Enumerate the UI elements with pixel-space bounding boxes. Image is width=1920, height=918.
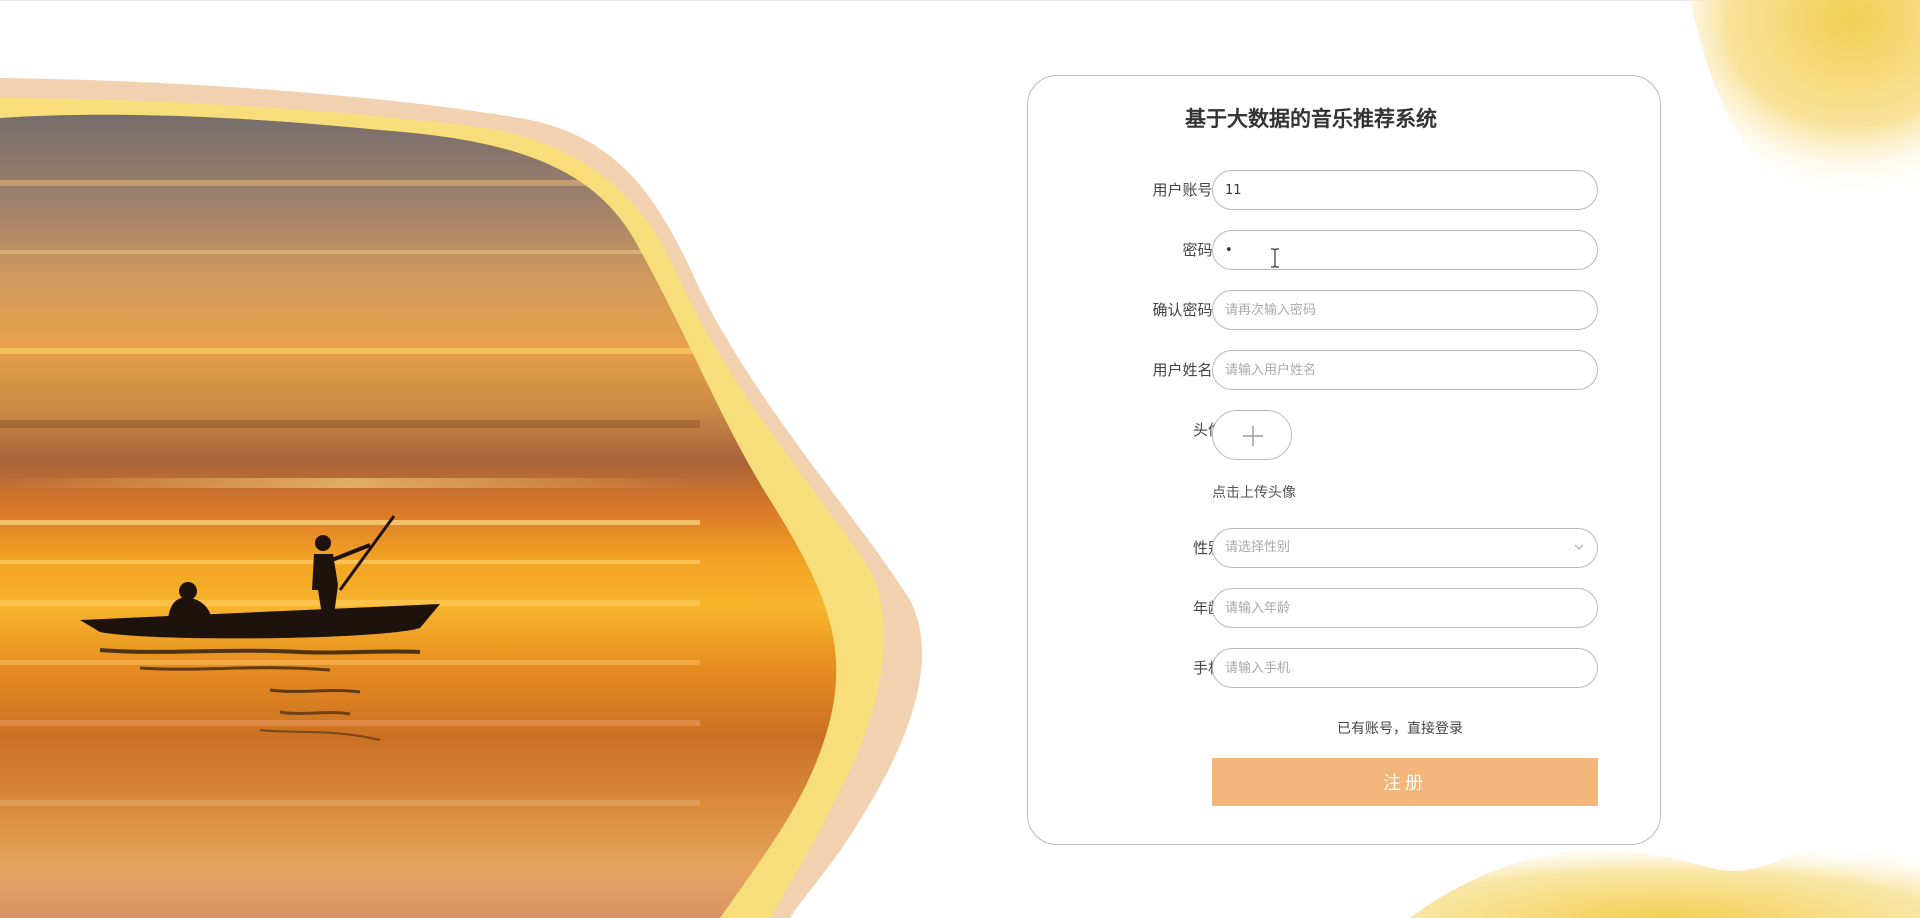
avatar-hint: 点击上传头像 bbox=[1212, 485, 1296, 501]
text-cursor-icon bbox=[1271, 248, 1279, 268]
avatar-row: 头像: 点击上传头像 bbox=[1028, 410, 1660, 510]
register-button[interactable]: 注册 bbox=[1212, 758, 1598, 806]
register-page: 基于大数据的音乐推荐系统 用户账号:* 密码:* 确认密码:* 用户姓名:* 头… bbox=[0, 0, 1920, 918]
age-input[interactable] bbox=[1212, 588, 1598, 628]
confirm-password-row: 确认密码:* bbox=[1028, 290, 1660, 330]
age-row: 年龄: bbox=[1028, 588, 1660, 628]
user-name-input[interactable] bbox=[1212, 350, 1598, 390]
phone-input[interactable] bbox=[1212, 648, 1598, 688]
page-title: 基于大数据的音乐推荐系统 bbox=[1185, 107, 1437, 131]
password-row: 密码:* bbox=[1028, 230, 1660, 270]
register-card: 基于大数据的音乐推荐系统 用户账号:* 密码:* 确认密码:* 用户姓名:* 头… bbox=[1027, 75, 1661, 845]
gender-select[interactable]: 请选择性别 bbox=[1212, 528, 1598, 568]
phone-row: 手机: bbox=[1028, 648, 1660, 688]
user-name-row: 用户姓名:* bbox=[1028, 350, 1660, 390]
account-input[interactable] bbox=[1212, 170, 1598, 210]
gender-row: 性别: 请选择性别 bbox=[1028, 528, 1660, 568]
confirm-password-input[interactable] bbox=[1212, 290, 1598, 330]
avatar-upload-button[interactable] bbox=[1212, 410, 1292, 460]
plus-icon bbox=[1243, 426, 1263, 446]
chevron-down-icon bbox=[1574, 544, 1584, 550]
gender-placeholder: 请选择性别 bbox=[1225, 540, 1291, 555]
login-link[interactable]: 已有账号，直接登录 bbox=[1337, 718, 1463, 738]
account-row: 用户账号:* bbox=[1028, 170, 1660, 210]
